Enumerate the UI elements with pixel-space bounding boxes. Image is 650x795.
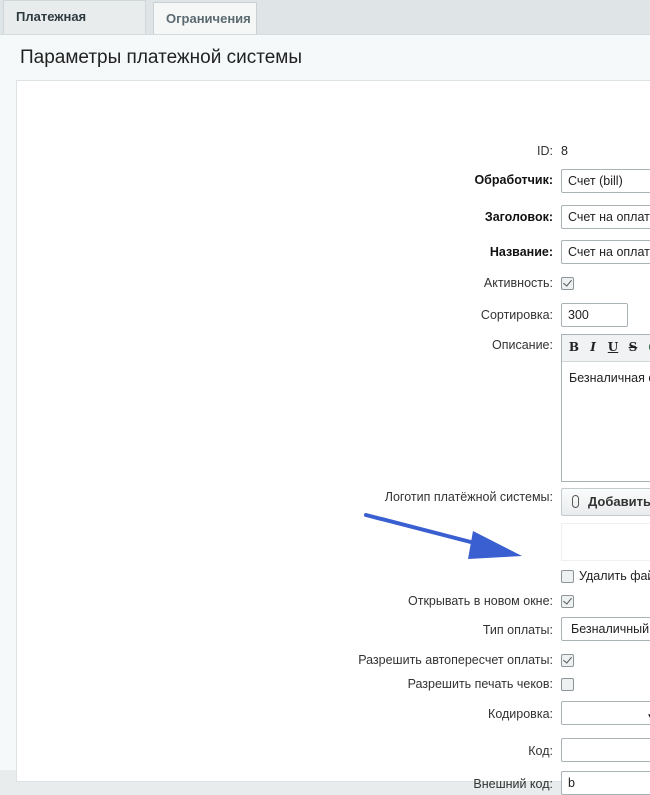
print-checks-label: Разрешить печать чеков: [408, 677, 553, 691]
header-input[interactable]: Счет на оплату [561, 205, 650, 229]
auto-recalc-checkbox[interactable] [561, 654, 574, 667]
name-label: Название: [490, 245, 553, 259]
new-window-label: Открывать в новом окне: [408, 594, 553, 608]
page-title: Параметры платежной системы [20, 47, 302, 69]
logo-preview [561, 523, 650, 561]
tab-payment-system[interactable]: Платежная система [3, 0, 146, 34]
delete-file-label: Удалить файл [579, 569, 650, 583]
add-file-button[interactable]: Добавить фай [561, 488, 650, 516]
bold-button[interactable]: B [567, 340, 581, 354]
code-label: Код: [528, 744, 553, 758]
handler-select[interactable]: Счет (bill) [561, 169, 650, 193]
delete-file-checkbox[interactable] [561, 570, 574, 583]
description-label: Описание: [492, 338, 553, 352]
external-code-label: Внешний код: [473, 777, 553, 791]
description-editor[interactable]: B I U S Безналичная оплат [561, 334, 650, 482]
settings-panel: Параметры платежной системы ID: 8 Обрабо… [0, 34, 650, 770]
new-window-checkbox[interactable] [561, 595, 574, 608]
external-code-input[interactable]: b [561, 771, 650, 795]
auto-recalc-label: Разрешить автопересчет оплаты: [358, 653, 553, 667]
code-input[interactable] [561, 738, 650, 762]
pay-type-select[interactable]: Безналичный [561, 617, 650, 641]
id-label: ID: [537, 144, 553, 158]
handler-label: Обработчик: [474, 173, 553, 187]
strikethrough-button[interactable]: S [626, 340, 640, 354]
add-file-label: Добавить фай [588, 494, 650, 509]
sort-label: Сортировка: [481, 308, 553, 322]
editor-toolbar: B I U S [562, 335, 650, 362]
description-text: Безналичная оплат [569, 371, 650, 385]
chevron-down-icon: ▼ [646, 707, 650, 725]
encoding-label: Кодировка: [488, 707, 553, 721]
italic-button[interactable]: I [586, 340, 600, 354]
pay-type-label: Тип оплаты: [483, 623, 553, 637]
tab-bar: Платежная система Ограничения [0, 0, 650, 34]
print-checks-checkbox[interactable] [561, 678, 574, 691]
active-checkbox[interactable] [561, 277, 574, 290]
paperclip-icon [572, 495, 579, 508]
logo-label: Логотип платёжной системы: [385, 490, 553, 504]
form-container: ID: 8 Обработчик: Счет (bill) Заголовок:… [16, 80, 650, 782]
id-value: 8 [561, 144, 568, 158]
sort-input[interactable]: 300 [561, 303, 628, 327]
tab-restrictions[interactable]: Ограничения [153, 2, 257, 34]
header-label: Заголовок: [485, 210, 553, 224]
underline-button[interactable]: U [606, 340, 620, 354]
active-label: Активность: [484, 276, 553, 290]
encoding-select[interactable]: ▼ [561, 701, 650, 725]
name-input[interactable]: Счет на оплату [561, 240, 650, 264]
